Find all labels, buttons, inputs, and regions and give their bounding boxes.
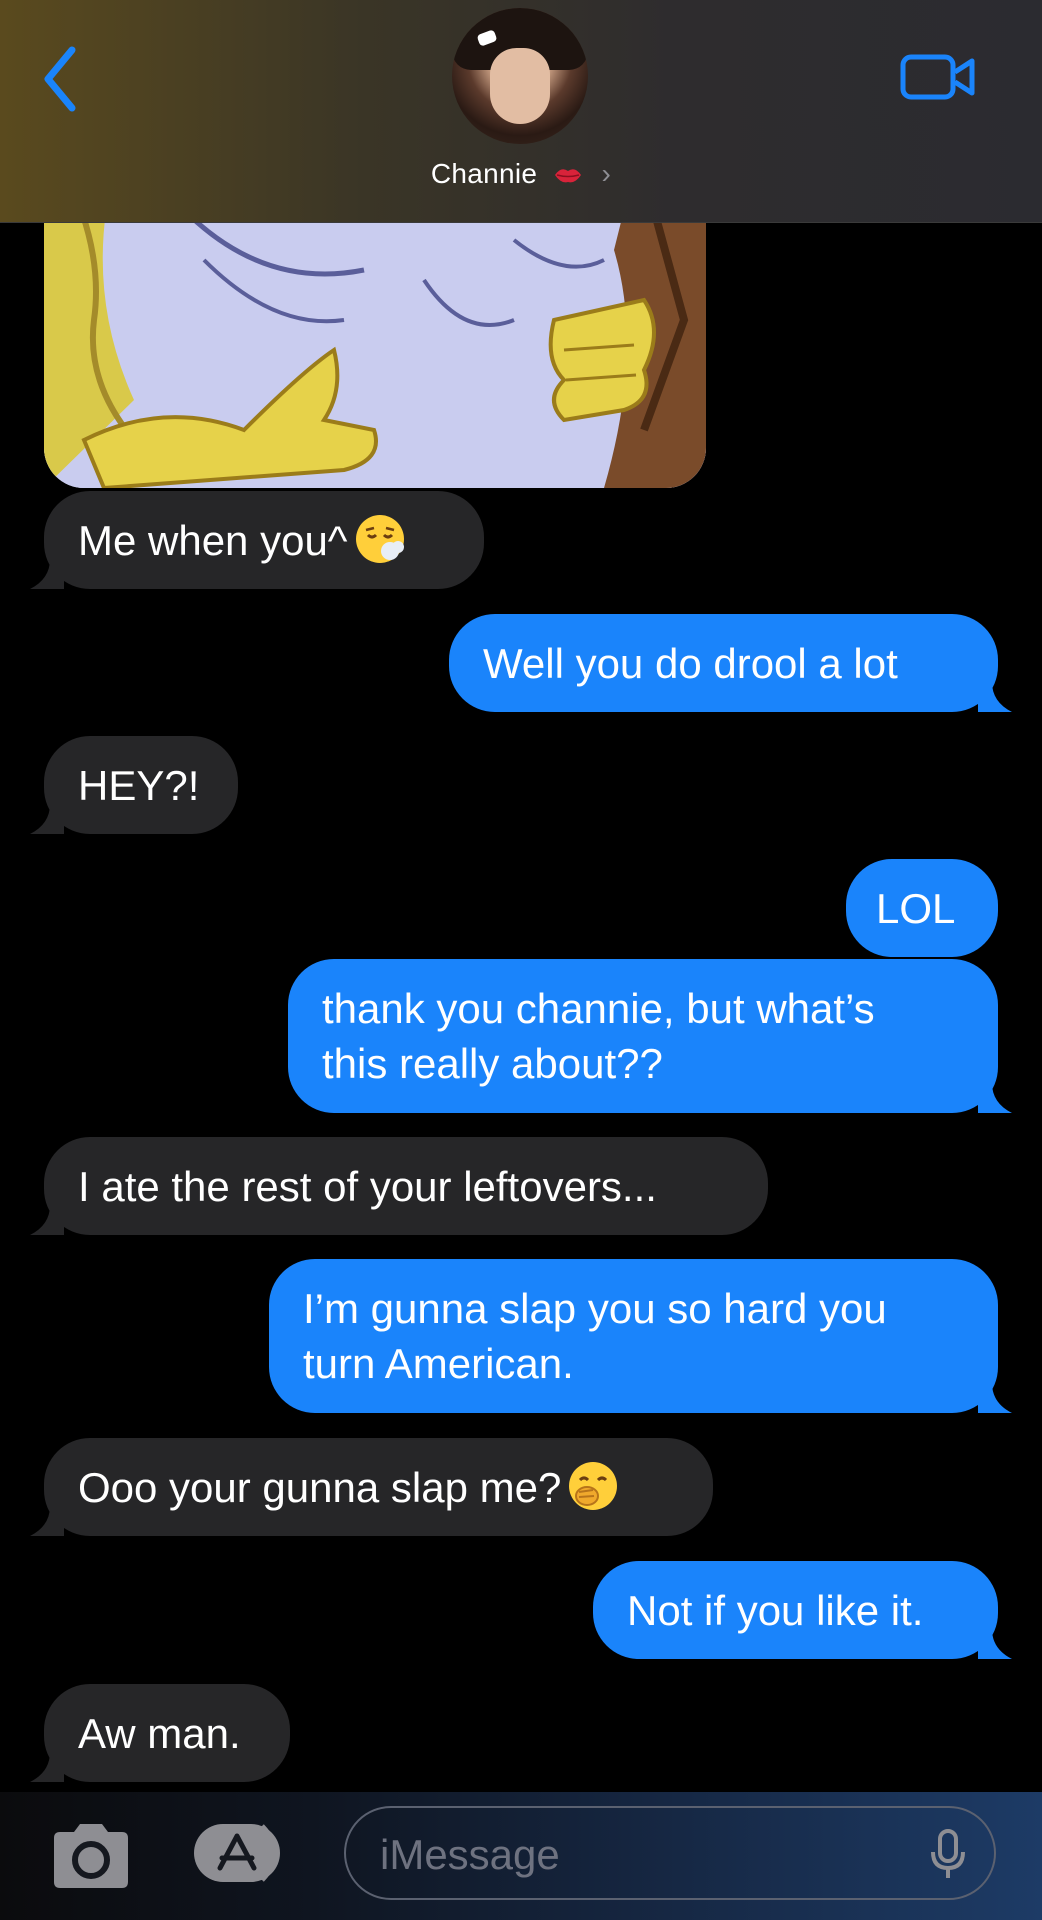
face-exhaling-emoji-icon: [355, 515, 404, 563]
incoming-message[interactable]: Me when you^: [30, 491, 484, 589]
outgoing-message[interactable]: LOL: [846, 859, 998, 957]
kiss-mark-icon: [555, 169, 582, 183]
bubble-tail: [978, 1383, 1012, 1413]
message-text: Not if you like it.: [627, 1587, 924, 1634]
bubble-tail: [30, 804, 64, 834]
outgoing-message[interactable]: thank you channie, but what’s this reall…: [288, 959, 1012, 1113]
message-text-line-1: thank you channie, but what’s: [322, 985, 875, 1032]
video-call-icon[interactable]: [900, 52, 976, 102]
message-text-field[interactable]: [378, 1826, 902, 1884]
outgoing-message[interactable]: Not if you like it.: [593, 1561, 1012, 1659]
app-store-icon[interactable]: [192, 1820, 296, 1886]
message-text: Me when you^: [78, 517, 348, 564]
incoming-message[interactable]: Ooo your gunna slap me?: [30, 1438, 713, 1536]
bubble-tail: [30, 1205, 64, 1235]
contact-name: Channie: [430, 158, 538, 189]
message-text: HEY?!: [78, 762, 200, 809]
bubble-tail: [30, 559, 64, 589]
incoming-message[interactable]: I ate the rest of your leftovers...: [30, 1137, 768, 1235]
message-text: Well you do drool a lot: [483, 640, 898, 687]
incoming-message[interactable]: HEY?!: [30, 736, 238, 834]
message-text: I ate the rest of your leftovers...: [78, 1163, 657, 1210]
message-text: Ooo your gunna slap me?: [78, 1464, 562, 1511]
bubble-tail: [30, 1752, 64, 1782]
message-text: Aw man.: [78, 1710, 241, 1757]
bubble-tail: [978, 1083, 1012, 1113]
face-hand-over-mouth-emoji-icon: [569, 1462, 618, 1510]
bubble-tail: [978, 682, 1012, 712]
chevron-right-icon: ›: [601, 158, 612, 189]
compose-bar: [0, 1792, 1042, 1920]
outgoing-message[interactable]: Well you do drool a lot: [449, 614, 1012, 712]
incoming-message[interactable]: Aw man.: [30, 1684, 290, 1782]
imessage-input[interactable]: [344, 1806, 996, 1900]
message-text-line-2: turn American.: [303, 1340, 574, 1387]
contact-avatar[interactable]: [452, 8, 588, 144]
bubble-tail: [30, 1506, 64, 1536]
message-text-line-1: I’m gunna slap you so hard you: [303, 1285, 887, 1332]
contact-name-button[interactable]: Channie ›: [0, 158, 1042, 190]
outgoing-message[interactable]: I’m gunna slap you so hard you turn Amer…: [269, 1259, 1012, 1413]
back-chevron-icon[interactable]: [40, 44, 80, 114]
message-text-line-2: this really about??: [322, 1040, 663, 1087]
microphone-icon[interactable]: [928, 1828, 968, 1882]
conversation-header: Channie ›: [0, 0, 1042, 223]
camera-icon[interactable]: [48, 1822, 134, 1890]
bubble-tail: [978, 1629, 1012, 1659]
message-text: LOL: [876, 885, 956, 932]
